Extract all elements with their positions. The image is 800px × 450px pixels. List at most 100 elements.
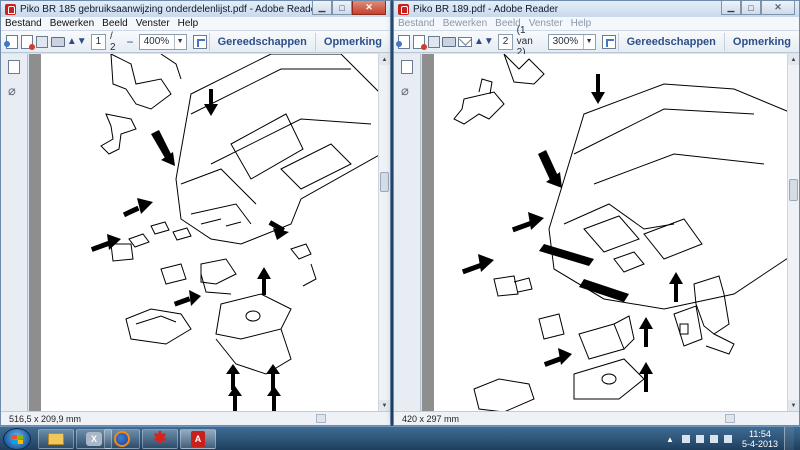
menu-help[interactable]: Help [178,18,199,29]
flag-icon[interactable] [681,435,690,443]
email-icon [457,36,472,47]
vista-icon: X [86,432,102,446]
document-area[interactable] [29,54,378,411]
status-bar: 420 x 297 mm [394,411,799,425]
email-button[interactable] [457,33,472,51]
clock-time: 11:54 [749,429,771,439]
page-size-label: 420 x 297 mm [402,413,460,424]
save-button[interactable] [427,33,440,51]
scroll-thumb[interactable] [789,179,798,201]
print-button[interactable] [441,33,456,51]
network-icon[interactable] [709,435,718,443]
fit-page-button[interactable] [601,33,616,51]
pdf-page [434,54,787,411]
prev-page-button[interactable]: ▲ [67,34,77,50]
vertical-scrollbar[interactable]: ▲ ▼ [378,54,390,411]
maximize-button[interactable]: □ [332,1,352,15]
save-button[interactable] [36,33,49,51]
scroll-thumb[interactable] [380,172,389,192]
page-number-input[interactable]: 1 [90,33,106,50]
comment-button[interactable]: Opmerking [723,32,799,51]
minimize-button[interactable]: ▁ [721,1,741,15]
acrobat-icon [5,3,16,15]
close-button[interactable]: ✕ [761,1,795,15]
menu-venster[interactable]: Venster [136,18,170,29]
fit-page-icon [192,34,207,49]
start-button[interactable] [3,428,31,450]
open-file-icon [20,34,35,50]
open-button[interactable] [412,33,427,51]
toolbar: ▲ ▼ 1 / 2 − 400% ▼ Gereedschappen Opmerk… [1,31,390,53]
taskbar-acrobat[interactable]: A [180,429,216,449]
scroll-up-button[interactable]: ▲ [379,54,390,65]
taskbar-paint[interactable]: ✱ [142,429,178,449]
chevron-down-icon[interactable]: ▼ [173,34,186,49]
volume-icon[interactable] [723,435,732,443]
create-button[interactable] [396,33,411,51]
comment-button[interactable]: Opmerking [314,32,390,51]
maximize-button[interactable]: □ [741,1,761,15]
print-button[interactable] [50,33,65,51]
scroll-down-button[interactable]: ▼ [379,400,390,411]
prev-page-button[interactable]: ▲ [474,34,484,50]
create-button[interactable] [3,33,18,51]
document-area[interactable] [422,54,787,411]
create-pdf-icon [3,34,18,49]
show-desktop-button[interactable] [784,427,794,450]
exploded-parts-drawing [90,54,378,411]
scroll-up-button[interactable]: ▲ [788,54,799,65]
taskbar-explorer[interactable] [38,429,74,449]
zoom-select[interactable]: 300% ▼ [547,33,596,50]
window-title: Piko BR 185 gebruiksaanwijzing onderdele… [20,3,320,15]
reader-window-left[interactable]: Piko BR 185 gebruiksaanwijzing onderdele… [0,0,391,426]
menu-help[interactable]: Help [571,18,592,29]
horizontal-scroll-button[interactable] [725,414,735,423]
acrobat-icon [398,3,409,15]
print-icon [441,36,456,47]
tools-button[interactable]: Gereedschappen [208,32,315,51]
attachments-icon[interactable]: ⌀ [401,84,413,98]
menu-bewerken[interactable]: Bewerken [443,18,487,29]
vertical-scrollbar[interactable]: ▲ ▼ [787,54,799,411]
menu-bar: Bestand Bewerken Beeld Venster Help [1,17,390,31]
zoom-out-button[interactable]: − [123,33,136,51]
system-tray: ▲ 11:54 5-4-2013 [666,427,794,450]
menu-bestand[interactable]: Bestand [398,18,435,29]
minimize-button[interactable]: ▁ [312,1,332,15]
title-bar[interactable]: Piko BR 189.pdf - Adobe Reader ▁ □ ✕ [394,1,799,17]
folder-icon [48,433,64,445]
show-hidden-icons[interactable]: ▲ [666,435,674,444]
page-size-label: 516,5 x 209,9 mm [9,413,82,424]
pages-panel-icon[interactable] [8,60,20,74]
menu-bestand[interactable]: Bestand [5,18,42,29]
print-icon [50,36,65,47]
close-button[interactable]: ✕ [352,1,386,15]
fit-page-button[interactable] [192,33,207,51]
taskbar-firefox[interactable] [104,429,140,449]
horizontal-scroll-button[interactable] [316,414,326,423]
create-pdf-icon [396,34,411,49]
zoom-value: 400% [143,36,170,47]
save-icon [427,35,440,48]
chevron-down-icon[interactable]: ▼ [582,34,595,49]
zoom-select[interactable]: 400% ▼ [138,33,187,50]
taskbar: X ✱ A ▲ 11:54 5-4-2013 [0,426,800,450]
clock[interactable]: 11:54 5-4-2013 [742,429,778,449]
firefox-icon [114,431,130,447]
fit-page-icon [601,34,616,49]
next-page-button[interactable]: ▼ [77,34,87,50]
monitor-icon[interactable] [695,435,704,443]
attachments-icon[interactable]: ⌀ [8,84,20,98]
title-bar[interactable]: Piko BR 185 gebruiksaanwijzing onderdele… [1,1,390,17]
scroll-down-button[interactable]: ▼ [788,400,799,411]
exploded-parts-drawing [453,54,787,411]
page-number-input[interactable]: 2 [497,33,513,50]
menu-beeld[interactable]: Beeld [102,18,128,29]
open-button[interactable] [20,33,35,51]
pages-panel-icon[interactable] [401,60,413,74]
reader-window-right[interactable]: Piko BR 189.pdf - Adobe Reader ▁ □ ✕ Bes… [393,0,800,426]
next-page-button[interactable]: ▼ [484,34,494,50]
tools-button[interactable]: Gereedschappen [617,32,724,51]
clock-date: 5-4-2013 [741,439,778,449]
menu-bewerken[interactable]: Bewerken [50,18,94,29]
